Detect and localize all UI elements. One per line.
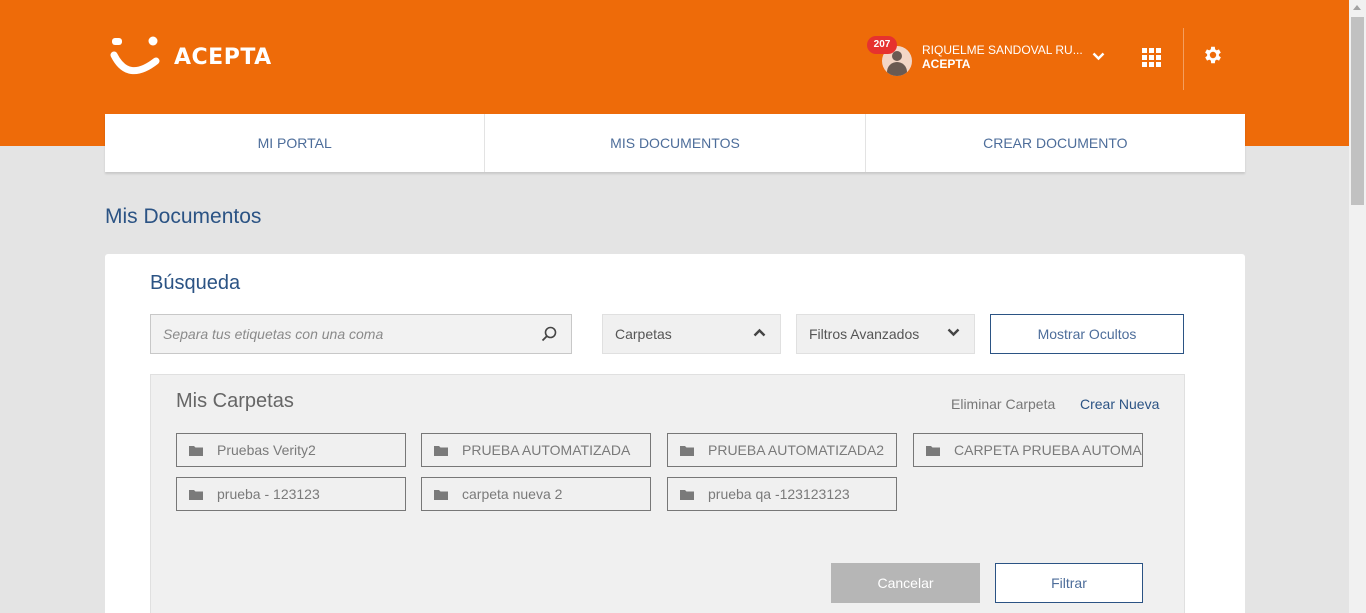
brand-name: ACEPTA (174, 44, 272, 70)
create-folder-link[interactable]: Crear Nueva (1080, 396, 1159, 412)
folder-item[interactable]: prueba qa -123123123 (667, 477, 897, 511)
search-card: Búsqueda Carpetas Filtros Avanzados Most… (105, 254, 1245, 613)
folders-panel: Mis Carpetas Eliminar Carpeta Crear Nuev… (150, 374, 1185, 613)
folder-name: carpeta nueva 2 (462, 486, 563, 502)
nav-mi-portal[interactable]: MI PORTAL (105, 114, 486, 172)
folder-name: PRUEBA AUTOMATIZADA (462, 442, 631, 458)
folder-item[interactable]: PRUEBA AUTOMATIZADA (421, 433, 651, 467)
page-scrollbar[interactable] (1349, 0, 1366, 613)
notification-badge[interactable]: 207 (867, 36, 897, 54)
nav-mis-documentos[interactable]: MIS DOCUMENTOS (485, 114, 866, 172)
folder-item[interactable]: CARPETA PRUEBA AUTOMA (913, 433, 1143, 467)
folder-item[interactable]: carpeta nueva 2 (421, 477, 651, 511)
search-icon[interactable] (541, 326, 557, 342)
folder-name: Pruebas Verity2 (217, 442, 316, 458)
apps-grid-icon[interactable] (1142, 48, 1161, 67)
page-title: Mis Documentos (105, 205, 262, 228)
user-info[interactable]: RIQUELME SANDOVAL RU... ACEPTA (922, 43, 1083, 71)
chevron-up-icon (753, 328, 766, 337)
search-section-title: Búsqueda (150, 272, 241, 294)
filter-button[interactable]: Filtrar (995, 563, 1143, 603)
tag-search (150, 314, 572, 354)
cancel-button[interactable]: Cancelar (831, 563, 980, 603)
nav-crear-documento[interactable]: CREAR DOCUMENTO (866, 114, 1245, 172)
folders-title: Mis Carpetas (176, 390, 294, 412)
folder-item[interactable]: PRUEBA AUTOMATIZADA2 (667, 433, 897, 467)
folder-icon (926, 445, 940, 456)
chevron-down-icon (947, 328, 960, 337)
search-input[interactable] (151, 315, 571, 353)
carpetas-dropdown-label: Carpetas (615, 326, 672, 342)
smile-logo-icon (110, 36, 160, 74)
folder-icon (189, 445, 203, 456)
folder-name: prueba - 123123 (217, 486, 320, 502)
user-company: ACEPTA (922, 57, 971, 71)
chevron-down-icon[interactable] (1092, 52, 1105, 61)
scroll-up-arrow-icon[interactable] (1353, 5, 1361, 10)
folder-item[interactable]: Pruebas Verity2 (176, 433, 406, 467)
folder-name: PRUEBA AUTOMATIZADA2 (708, 442, 885, 458)
header-divider (1183, 28, 1184, 90)
folder-name: prueba qa -123123123 (708, 486, 850, 502)
gear-icon[interactable] (1202, 44, 1224, 66)
main-nav: MI PORTAL MIS DOCUMENTOS CREAR DOCUMENTO (105, 114, 1245, 172)
carpetas-dropdown[interactable]: Carpetas (602, 314, 781, 354)
folder-name: CARPETA PRUEBA AUTOMA (954, 442, 1142, 458)
user-name: RIQUELME SANDOVAL RU... (922, 43, 1083, 57)
folder-icon (680, 445, 694, 456)
folder-icon (434, 489, 448, 500)
delete-folder-link[interactable]: Eliminar Carpeta (951, 396, 1055, 412)
mostrar-ocultos-button[interactable]: Mostrar Ocultos (990, 314, 1184, 354)
folder-icon (680, 489, 694, 500)
folder-icon (189, 489, 203, 500)
scrollbar-thumb[interactable] (1351, 17, 1364, 205)
acepta-logo[interactable]: ACEPTA (110, 35, 272, 79)
folder-icon (434, 445, 448, 456)
filtros-avanzados-dropdown[interactable]: Filtros Avanzados (796, 314, 975, 354)
folder-item[interactable]: prueba - 123123 (176, 477, 406, 511)
filtros-dropdown-label: Filtros Avanzados (809, 326, 920, 342)
